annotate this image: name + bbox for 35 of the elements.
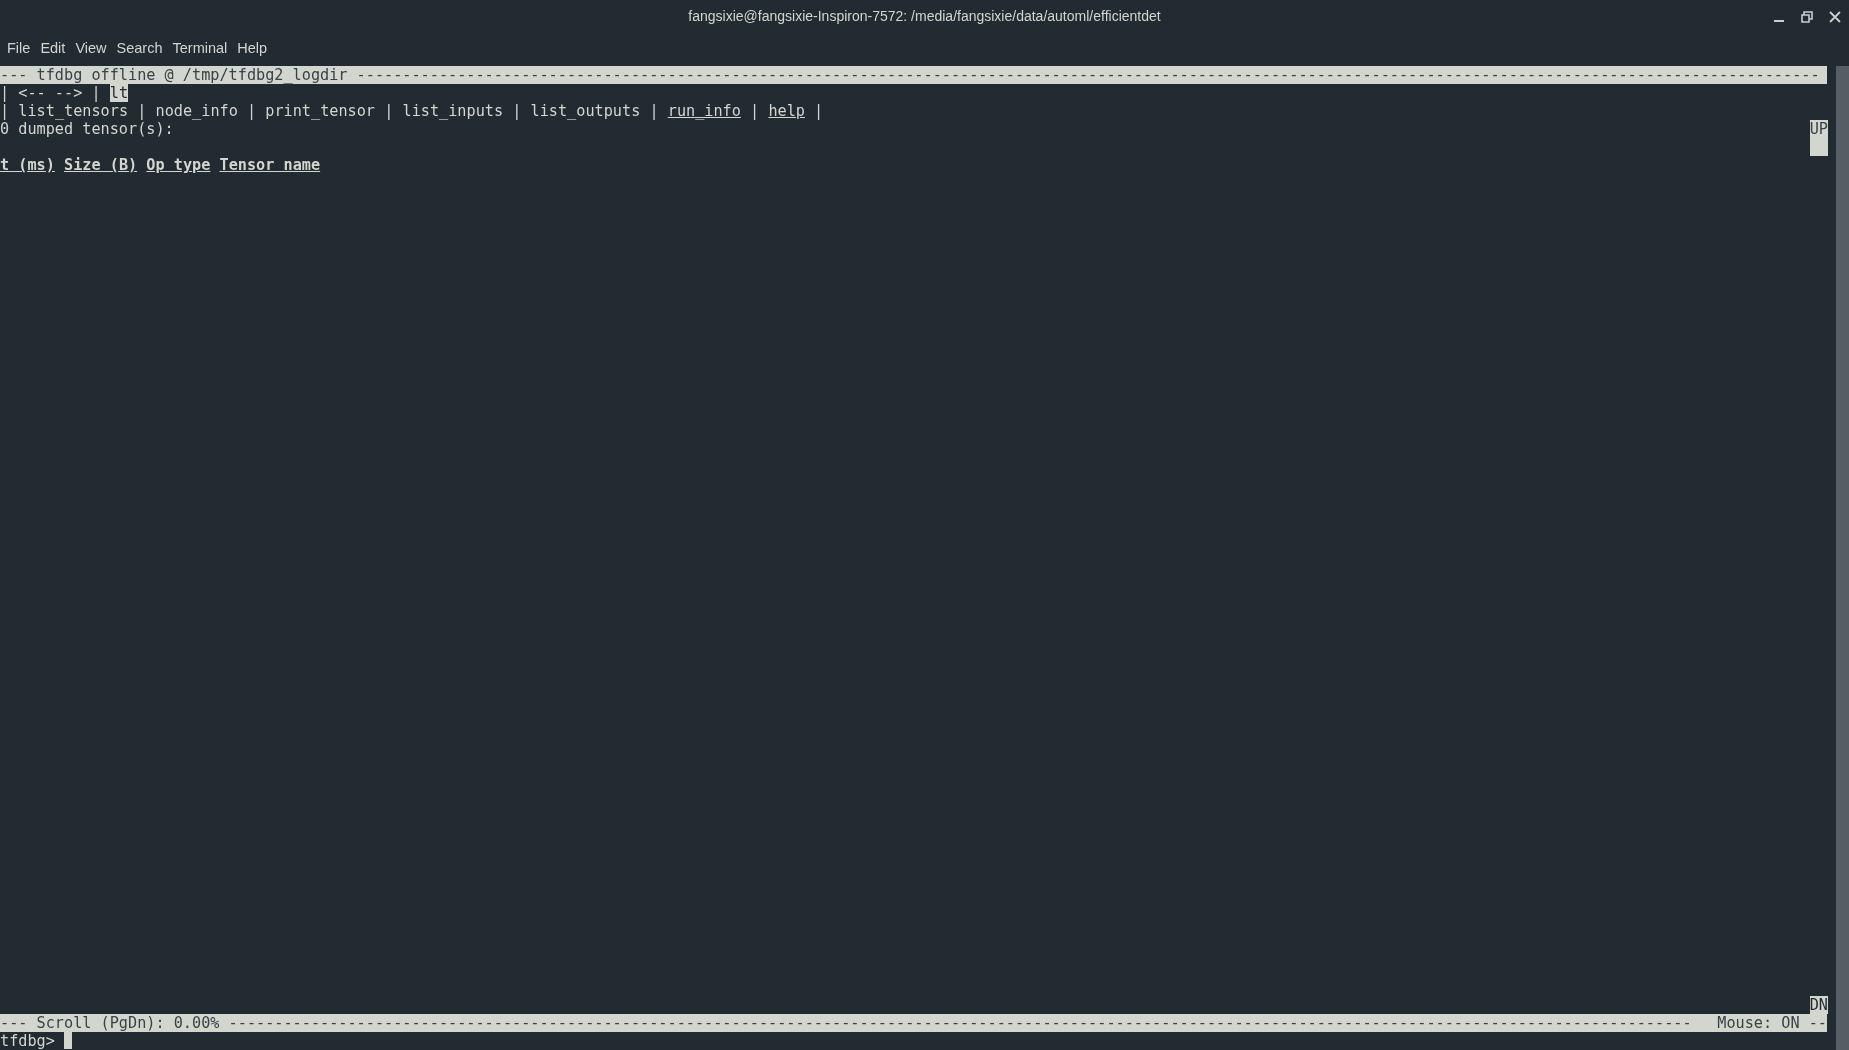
menu-item[interactable]: Help [232, 34, 273, 64]
column-header[interactable]: Tensor name [219, 156, 321, 174]
command-link[interactable]: list_outputs [530, 102, 641, 120]
scroll-up-marker[interactable]: UP [1809, 120, 1828, 156]
scrollbar[interactable] [1836, 66, 1849, 1050]
command-link[interactable]: list_tensors [18, 102, 129, 120]
command-link[interactable]: node_info [155, 102, 238, 120]
menu-item[interactable]: Search [111, 34, 168, 64]
menu-separator: | [512, 102, 522, 120]
menu-separator: | [0, 102, 10, 120]
prompt: tfdbg> [0, 1032, 55, 1050]
command-link[interactable]: list_inputs [402, 102, 504, 120]
status-text: 0 dumped tensor(s): [0, 120, 174, 138]
menu-item[interactable]: View [70, 34, 112, 64]
menu-separator: | [137, 102, 147, 120]
column-header[interactable]: Size (B) [64, 156, 138, 174]
header-bar: --- tfdbg offline @ /tmp/tfdbg2_logdir ---------------------------------------------------------------------------------------------------------------------------------------------------------------- [0, 66, 1827, 84]
menu-item[interactable]: Terminal [167, 34, 233, 64]
menu-item[interactable]: Edit [35, 34, 71, 64]
command-link[interactable]: help [768, 102, 805, 120]
command-link[interactable]: print_tensor [265, 102, 375, 120]
mouse-status: Mouse: ON -- [1717, 1014, 1827, 1032]
scroll-status: --- Scroll (PgDn): 0.00% ---------------------------------------------------------------------------------------------------------------------------------------------------------------- [0, 1014, 1692, 1032]
nav-arrows[interactable]: | <-- --> | [0, 84, 110, 102]
menu-separator: | [246, 102, 257, 120]
command-link[interactable]: run_info [667, 102, 741, 120]
menu-separator: | [750, 102, 760, 120]
window-title: fangsixie@fangsixie-Inspiron-7572: /media/fangsixie/data/automl/efficientdet [688, 6, 1161, 26]
menu-separator: | [814, 102, 824, 120]
column-header[interactable]: t (ms) [0, 156, 55, 174]
menu-separator: | [649, 102, 659, 120]
menu-item[interactable]: File [2, 34, 36, 64]
menu-separator: | [384, 102, 394, 120]
column-header[interactable]: Op type [146, 156, 211, 174]
scroll-down-marker[interactable]: DN [1809, 996, 1828, 1014]
